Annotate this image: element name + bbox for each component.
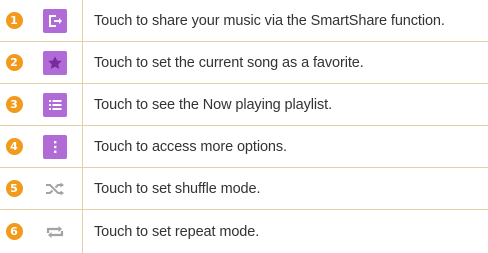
number-badge: 6	[5, 223, 23, 240]
number-badge: 4	[5, 138, 23, 155]
shuffle-icon	[43, 177, 67, 201]
table-row: 1 Touch to share your music via the Smar…	[0, 0, 488, 42]
row-description: Touch to set the current song as a favor…	[94, 54, 364, 71]
feature-table: 1 Touch to share your music via the Smar…	[0, 0, 488, 253]
row-description: Touch to set shuffle mode.	[94, 180, 261, 197]
row-description: Touch to set repeat mode.	[94, 223, 260, 240]
share-icon	[43, 8, 67, 33]
row-description: Touch to share your music via the SmartS…	[94, 12, 445, 29]
table-row: 4 Touch to access more options.	[0, 126, 488, 168]
star-icon	[43, 50, 67, 75]
column-divider	[82, 0, 83, 253]
table-row: 2 Touch to set the current song as a fav…	[0, 42, 488, 84]
number-badge: 2	[5, 54, 23, 71]
number-badge: 1	[5, 12, 23, 29]
more-options-icon	[43, 134, 67, 159]
table-row: 5 Touch to set shuffle mode.	[0, 168, 488, 210]
table-row: 6 Touch to set repeat mode.	[0, 210, 488, 253]
table-row: 3 Touch to see the Now playing playlist.	[0, 84, 488, 126]
number-badge: 5	[5, 180, 23, 197]
row-description: Touch to see the Now playing playlist.	[94, 96, 332, 113]
repeat-icon	[43, 220, 67, 244]
number-badge: 3	[5, 96, 23, 113]
row-description: Touch to access more options.	[94, 138, 287, 155]
playlist-icon	[43, 92, 67, 117]
